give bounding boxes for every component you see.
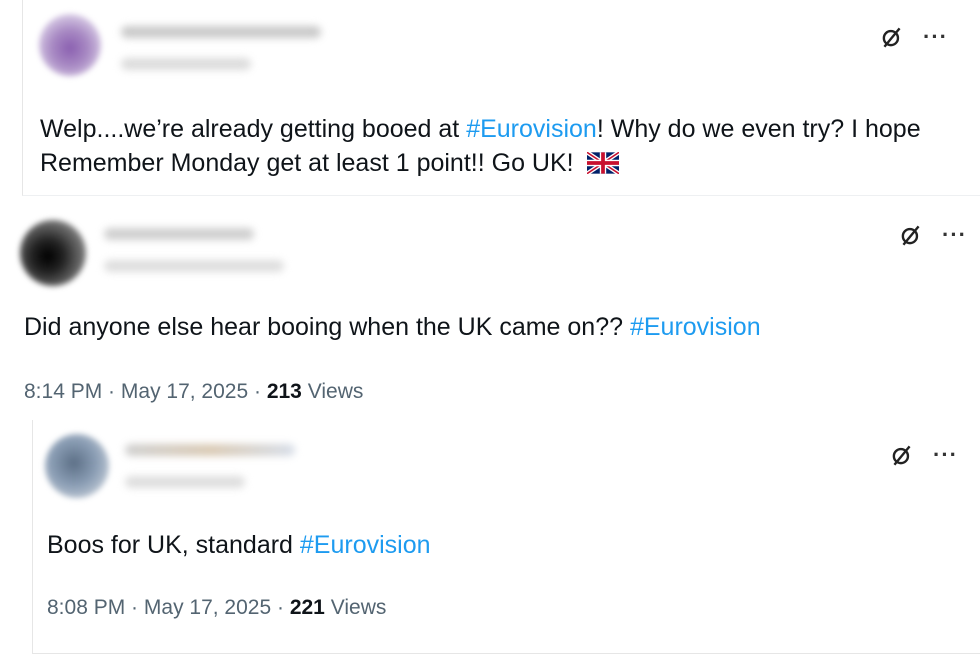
tweet-card-1[interactable]: ··· Welp....we’re already getting booed … [22,0,980,196]
handle-redacted [104,260,284,272]
tweet-meta: 8:08 PM · May 17, 2025 · 221 Views [47,596,387,619]
timestamp-link[interactable]: 8:08 PM · May 17, 2025 [47,596,271,619]
tweet-text-body: Boos for UK, standard [47,531,300,559]
tweet-text-body: Did anyone else hear booing when the UK … [24,313,630,341]
handle-redacted [121,58,251,70]
tweet-text: Welp....we’re already getting booed at #… [40,112,960,180]
grok-icon[interactable] [889,442,915,468]
hashtag-link[interactable]: #Eurovision [630,313,761,341]
tweet-card-3[interactable]: ··· Boos for UK, standard #Eurovision 8:… [32,420,980,654]
display-name-redacted [104,228,254,240]
avatar[interactable] [39,14,101,76]
more-icon[interactable]: ··· [942,224,967,246]
display-name-redacted [125,444,295,456]
view-count[interactable]: 221 Views [290,596,387,619]
grok-icon[interactable] [879,24,905,50]
more-icon[interactable]: ··· [933,444,958,466]
avatar[interactable] [20,220,86,286]
more-icon[interactable]: ··· [923,26,948,48]
hashtag-link[interactable]: #Eurovision [466,115,597,143]
tweet-text: Did anyone else hear booing when the UK … [24,310,964,344]
avatar[interactable] [45,434,109,498]
display-name-redacted [121,26,321,38]
grok-icon[interactable] [898,222,924,248]
tweet-text-body: Welp....we’re already getting booed at [40,115,467,143]
tweet-text: Boos for UK, standard #Eurovision [47,528,947,562]
uk-flag-icon [586,152,619,174]
view-count[interactable]: 213 Views [267,380,364,403]
tweet-meta: 8:14 PM · May 17, 2025 · 213 Views [24,380,364,403]
timestamp-link[interactable]: 8:14 PM · May 17, 2025 [24,380,248,403]
hashtag-link[interactable]: #Eurovision [300,531,431,559]
tweet-card-2[interactable]: ··· Did anyone else hear booing when the… [0,198,980,416]
handle-redacted [125,476,245,488]
